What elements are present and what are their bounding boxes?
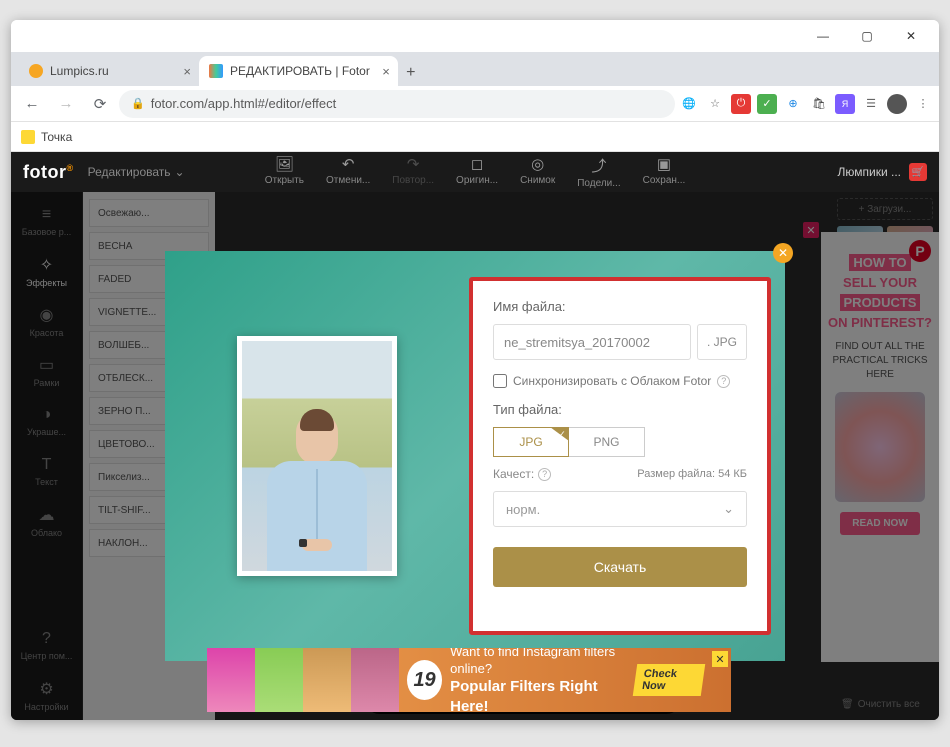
extension-icon[interactable]: Я: [835, 94, 855, 114]
banner-faces: [207, 648, 399, 712]
chevron-down-icon: ⌄: [723, 501, 734, 517]
extension-icon[interactable]: ⏻: [731, 94, 751, 114]
bookmarks-bar: Точка: [11, 122, 939, 152]
favicon-icon: [209, 64, 223, 78]
notification-badge[interactable]: 🛒: [909, 163, 927, 181]
download-form: Имя файла: . JPG Синхронизировать с Обла…: [469, 277, 771, 635]
tab-title: Lumpics.ru: [50, 64, 109, 78]
user-area[interactable]: Люмпики ... 🛒: [838, 163, 927, 181]
address-bar-row: ← → ⟳ 🔒 fotor.com/app.html#/editor/effec…: [11, 86, 939, 122]
download-button[interactable]: Скачать: [493, 547, 747, 587]
extension-icon[interactable]: ⊕: [783, 94, 803, 114]
lock-icon: 🔒: [131, 97, 145, 110]
share-action[interactable]: ⤴Подели...: [577, 155, 620, 189]
close-tab-icon[interactable]: ×: [183, 64, 191, 79]
tab-strip: Lumpics.ru × РЕДАКТИРОВАТЬ | Fotor × +: [11, 52, 939, 86]
save-action[interactable]: ▣Сохран...: [643, 155, 686, 189]
tab-fotor[interactable]: РЕДАКТИРОВАТЬ | Fotor ×: [199, 56, 398, 86]
menu-icon[interactable]: ⋮: [913, 94, 933, 114]
sync-label: Синхронизировать с Облаком Fotor: [513, 374, 711, 388]
sync-checkbox[interactable]: [493, 374, 507, 388]
window-titlebar: — ▢ ✕: [11, 20, 939, 52]
url-text: fotor.com/app.html#/editor/effect: [151, 96, 336, 111]
image-icon: ◻: [471, 155, 483, 173]
sync-row: Синхронизировать с Облаком Fotor ?: [493, 374, 747, 388]
fotor-logo[interactable]: fotor®: [23, 162, 74, 183]
camera-icon: ◎: [531, 155, 544, 173]
original-action[interactable]: ◻Оригин...: [456, 155, 498, 189]
undo-action[interactable]: ↶Отмени...: [326, 155, 370, 189]
header-tools: 🖼Открыть ↶Отмени... ↷Повтор... ◻Оригин..…: [265, 155, 686, 189]
bottom-ad-banner[interactable]: ✕ 19 Want to find Instagram filters onli…: [207, 648, 731, 712]
image-icon: 🖼: [275, 155, 294, 173]
quality-select[interactable]: норм. ⌄: [493, 491, 747, 527]
snapshot-action[interactable]: ◎Снимок: [520, 155, 555, 189]
fotor-app: fotor® Редактировать ⌄ 🖼Открыть ↶Отмени.…: [11, 152, 939, 720]
close-banner-icon[interactable]: ✕: [712, 651, 728, 667]
banner-text: Want to find Instagram filters online? P…: [450, 648, 635, 712]
save-icon: ▣: [657, 155, 671, 173]
bookmark-favicon-icon: [21, 130, 35, 144]
minimize-button[interactable]: —: [801, 21, 845, 51]
filename-label: Имя файла:: [493, 299, 747, 314]
help-icon[interactable]: ?: [538, 468, 551, 481]
address-bar[interactable]: 🔒 fotor.com/app.html#/editor/effect: [119, 90, 675, 118]
redo-action[interactable]: ↷Повтор...: [392, 155, 434, 189]
close-modal-button[interactable]: ✕: [773, 243, 793, 263]
photo-image: [242, 341, 392, 571]
reading-list-icon[interactable]: ☰: [861, 94, 881, 114]
browser-window: — ▢ ✕ Lumpics.ru × РЕДАКТИРОВАТЬ | Fotor…: [11, 20, 939, 720]
share-icon: ⤴: [591, 155, 606, 176]
banner-cta[interactable]: Check Now: [633, 664, 706, 696]
redo-icon: ↷: [407, 155, 420, 173]
download-modal: ✕ Имя файла:: [165, 251, 785, 661]
forward-button[interactable]: →: [51, 89, 81, 119]
banner-number: 19: [407, 660, 442, 700]
new-tab-button[interactable]: +: [398, 60, 424, 86]
app-header: fotor® Редактировать ⌄ 🖼Открыть ↶Отмени.…: [11, 152, 939, 192]
help-icon[interactable]: ?: [717, 375, 730, 388]
filesize-text: Размер файла: 54 КБ: [637, 468, 747, 480]
star-icon[interactable]: ☆: [705, 94, 725, 114]
reload-button[interactable]: ⟳: [85, 89, 115, 119]
photo-frame: [237, 336, 397, 576]
tab-title: РЕДАКТИРОВАТЬ | Fotor: [230, 64, 370, 78]
app-body: ≡Базовое р... ✧Эффекты ◉Красота ▭Рамки ◑…: [11, 192, 939, 720]
preview-area: [165, 251, 469, 661]
chevron-down-icon: ⌄: [175, 165, 185, 179]
extension-icons: 🌐 ☆ ⏻ ✓ ⊕ 🛍 Я ☰ ⋮: [679, 94, 933, 114]
edit-menu[interactable]: Редактировать ⌄: [88, 165, 185, 179]
bookmark-label[interactable]: Точка: [41, 130, 72, 144]
back-button[interactable]: ←: [17, 89, 47, 119]
tab-lumpics[interactable]: Lumpics.ru ×: [19, 56, 199, 86]
close-window-button[interactable]: ✕: [889, 21, 933, 51]
extension-icon[interactable]: 🛍: [809, 94, 829, 114]
undo-icon: ↶: [342, 155, 355, 173]
profile-avatar[interactable]: [887, 94, 907, 114]
open-action[interactable]: 🖼Открыть: [265, 155, 304, 189]
username: Люмпики ...: [838, 165, 901, 179]
filetype-jpg[interactable]: JPG: [493, 427, 569, 457]
filetype-toggle: JPG PNG: [493, 427, 747, 457]
favicon-icon: [29, 64, 43, 78]
filename-input[interactable]: [493, 324, 691, 360]
filetype-png[interactable]: PNG: [569, 427, 645, 457]
quality-label: Качест:: [493, 467, 534, 481]
file-extension: . JPG: [697, 324, 747, 360]
maximize-button[interactable]: ▢: [845, 21, 889, 51]
close-tab-icon[interactable]: ×: [382, 64, 390, 79]
quality-value: норм.: [506, 502, 540, 517]
filetype-label: Тип файла:: [493, 402, 747, 417]
modal-overlay: ✕ Имя файла:: [11, 192, 939, 720]
extension-icon[interactable]: ✓: [757, 94, 777, 114]
translate-icon[interactable]: 🌐: [679, 94, 699, 114]
